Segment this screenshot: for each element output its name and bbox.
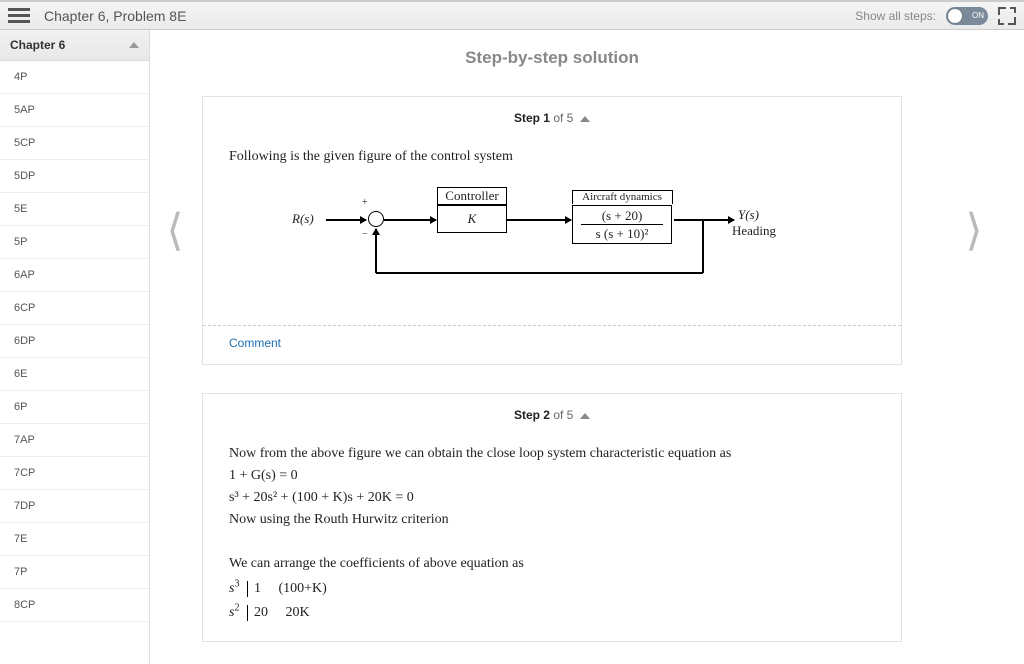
step-header[interactable]: Step 2 of 5 [203, 394, 901, 430]
sidebar-item[interactable]: 6CP [0, 292, 149, 325]
sidebar-item[interactable]: 5DP [0, 160, 149, 193]
sidebar-item[interactable]: 5AP [0, 94, 149, 127]
chapter-label: Chapter 6 [10, 38, 65, 52]
sidebar-item[interactable]: 7DP [0, 490, 149, 523]
header-bar: Chapter 6, Problem 8E Show all steps: ON [0, 2, 1024, 30]
sidebar-item[interactable]: 7P [0, 556, 149, 589]
step1-intro: Following is the given figure of the con… [229, 149, 875, 165]
sidebar-item[interactable]: 7CP [0, 457, 149, 490]
sidebar-item[interactable]: 7AP [0, 424, 149, 457]
solution-title: Step-by-step solution [202, 30, 902, 96]
sidebar-item[interactable]: 8CP [0, 589, 149, 622]
sidebar-item[interactable]: 5E [0, 193, 149, 226]
sidebar-item[interactable]: 6AP [0, 259, 149, 292]
step-card: Step 1 of 5 Following is the given figur… [202, 96, 902, 365]
chevron-up-icon [129, 42, 139, 48]
block-diagram: R(s) + − Controller K [292, 175, 812, 295]
sidebar: Chapter 6 4P5AP5CP5DP5E5P6AP6CP6DP6E6P7A… [0, 30, 150, 664]
sidebar-item[interactable]: 6P [0, 391, 149, 424]
show-all-steps-label: Show all steps: [855, 9, 936, 23]
chevron-up-icon [580, 413, 590, 419]
show-all-steps-toggle[interactable]: ON [946, 7, 988, 25]
diagram-output-sub: Heading [732, 223, 776, 239]
sidebar-item[interactable]: 5CP [0, 127, 149, 160]
chevron-up-icon [580, 116, 590, 122]
chapter-header[interactable]: Chapter 6 [0, 30, 149, 61]
sidebar-item[interactable]: 7E [0, 523, 149, 556]
comment-link[interactable]: Comment [203, 330, 901, 364]
sidebar-item[interactable]: 5P [0, 226, 149, 259]
controller-value: K [437, 205, 507, 233]
problem-list: 4P5AP5CP5DP5E5P6AP6CP6DP6E6P7AP7CP7DP7E7… [0, 61, 149, 622]
step2-body: Now from the above figure we can obtain … [203, 430, 901, 641]
next-problem-arrow[interactable]: ⟩ [954, 200, 994, 260]
plant-block: Aircraft dynamics (s + 20) s (s + 10)² [572, 205, 672, 244]
controller-label: Controller [437, 187, 507, 205]
step-card: Step 2 of 5 Now from the above figure we… [202, 393, 902, 642]
diagram-output: Y(s) [738, 207, 759, 223]
fullscreen-icon[interactable] [998, 7, 1016, 25]
hamburger-icon[interactable] [8, 5, 30, 27]
sidebar-item[interactable]: 6DP [0, 325, 149, 358]
sidebar-item[interactable]: 6E [0, 358, 149, 391]
step-header[interactable]: Step 1 of 5 [203, 97, 901, 133]
breadcrumb: Chapter 6, Problem 8E [44, 8, 186, 24]
sidebar-item[interactable]: 4P [0, 61, 149, 94]
diagram-input: R(s) [292, 211, 314, 227]
summing-junction [368, 211, 384, 227]
